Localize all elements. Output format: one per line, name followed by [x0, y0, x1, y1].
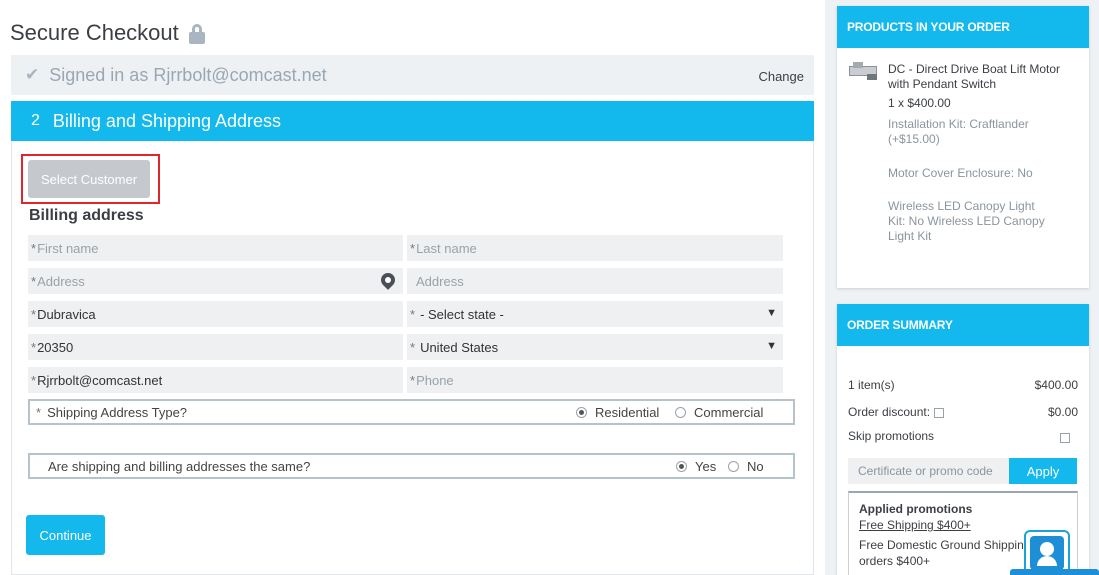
page-title-text: Secure Checkout — [10, 20, 179, 45]
step-title: Billing and Shipping Address — [52, 110, 282, 131]
city-field[interactable]: * Dubravica — [28, 301, 403, 327]
radio-residential[interactable]: Residential — [576, 405, 659, 420]
same-address-question: Are shipping and billing addresses the s… — [48, 459, 311, 474]
product-qty-price: 1 x $400.00 — [888, 96, 951, 110]
product-option-light: Wireless LED Canopy Light Kit: No Wirele… — [888, 199, 1045, 243]
product-option-installation: Installation Kit: Craftlander (+$15.00) — [888, 117, 1029, 146]
applied-promotion-desc: Free Domestic Ground Shipping orders $40… — [859, 538, 1031, 568]
radio-button-icon[interactable] — [675, 407, 686, 418]
promo-code-group: Certificate or promo code Apply — [848, 458, 1077, 484]
lock-icon — [188, 24, 205, 44]
radio-button-icon[interactable] — [576, 407, 587, 418]
products-header: PRODUCTS IN YOUR ORDER — [837, 6, 1089, 48]
product-option-cover: Motor Cover Enclosure: No — [888, 166, 1033, 180]
address2-field[interactable]: Address — [407, 268, 783, 294]
summary-header: ORDER SUMMARY — [837, 304, 1089, 346]
email-field[interactable]: * Rjrrbolt@comcast.net — [28, 367, 403, 393]
shipping-address-type-row: * Shipping Address Type? Residential Comm… — [28, 399, 795, 425]
radio-yes[interactable]: Yes — [676, 459, 716, 474]
signed-in-text: Signed in as Rjrrbolt@comcast.net — [49, 64, 327, 85]
radio-button-icon[interactable] — [676, 461, 687, 472]
product-thumbnail[interactable] — [847, 62, 879, 82]
phone-field[interactable]: * Phone — [407, 367, 783, 393]
check-icon: ✔ — [25, 65, 40, 84]
page-title: Secure Checkout — [10, 20, 205, 46]
discount-checkbox[interactable] — [934, 407, 945, 418]
applied-promotions-title: Applied promotions — [859, 502, 973, 516]
step-number: 2 — [31, 112, 40, 129]
first-name-field[interactable]: * First name — [28, 235, 403, 261]
promo-code-input[interactable]: Certificate or promo code — [848, 458, 1009, 484]
skip-promotions-row: Skip promotions — [848, 429, 1078, 443]
products-card: PRODUCTS IN YOUR ORDER DC - Direct Drive… — [837, 6, 1089, 288]
billing-address-label: Billing address — [29, 207, 144, 224]
same-address-row: Are shipping and billing addresses the s… — [28, 453, 795, 479]
skip-promotions-checkbox[interactable] — [1060, 432, 1070, 443]
continue-button[interactable]: Continue — [26, 515, 105, 555]
change-link[interactable]: Change — [758, 69, 804, 84]
step-header: 2 Billing and Shipping Address — [11, 101, 814, 141]
chat-tab[interactable] — [1010, 569, 1099, 575]
product-title[interactable]: DC - Direct Drive Boat Lift Motor with P… — [888, 62, 1083, 92]
radio-button-icon[interactable] — [728, 461, 739, 472]
select-customer-button[interactable]: Select Customer — [28, 160, 150, 198]
country-select[interactable]: * United States ▼ — [407, 334, 783, 360]
zip-field[interactable]: * 20350 — [28, 334, 403, 360]
summary-items-row: 1 item(s) $400.00 — [848, 378, 1078, 392]
address-field[interactable]: * Address — [28, 268, 403, 294]
signed-in-bar: ✔ Signed in as Rjrrbolt@comcast.net Chan… — [11, 55, 814, 95]
dropdown-arrow-icon: ▼ — [766, 340, 777, 352]
shipping-type-question: Shipping Address Type? — [47, 405, 188, 420]
dropdown-arrow-icon: ▼ — [766, 307, 777, 319]
state-select[interactable]: * - Select state - ▼ — [407, 301, 783, 327]
radio-no[interactable]: No — [728, 459, 764, 474]
summary-discount-row: Order discount: $0.00 — [848, 405, 1078, 419]
radio-commercial[interactable]: Commercial — [675, 405, 763, 420]
last-name-field[interactable]: * Last name — [407, 235, 783, 261]
location-pin-icon[interactable] — [378, 270, 398, 290]
apply-button[interactable]: Apply — [1009, 458, 1077, 484]
